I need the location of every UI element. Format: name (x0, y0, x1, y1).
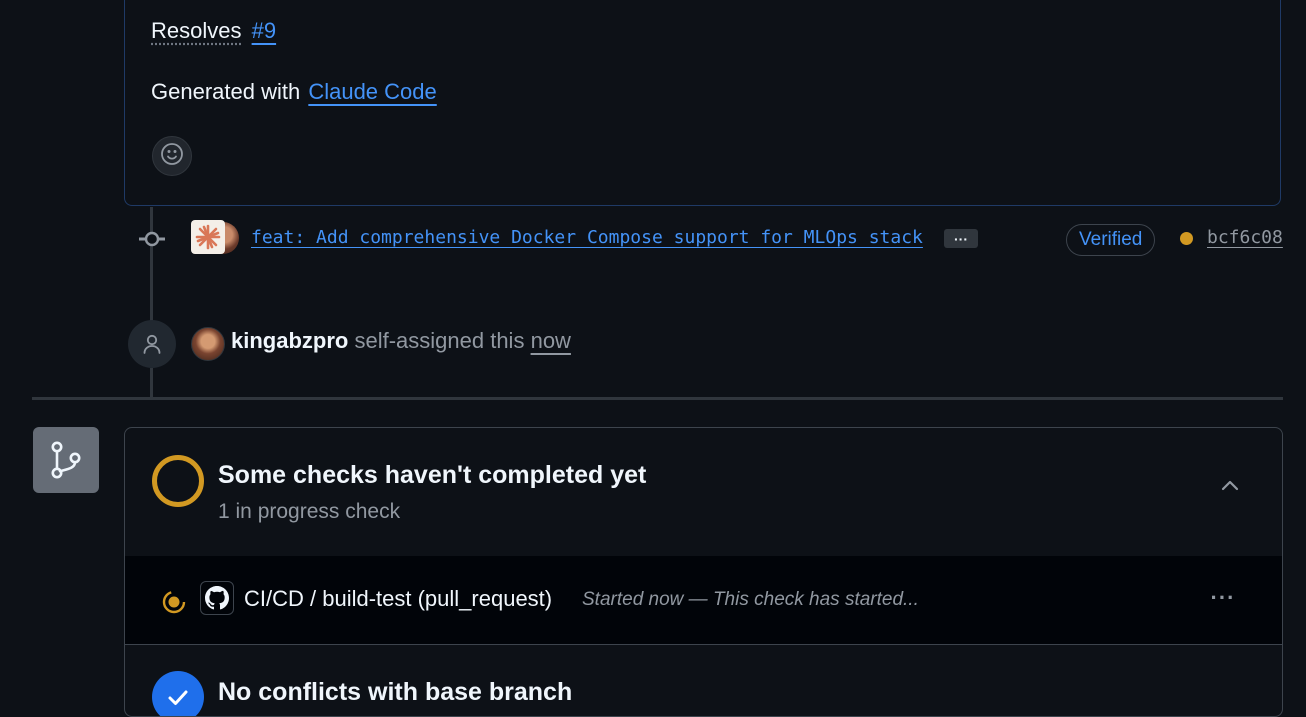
check-more-button[interactable]: ··· (1205, 585, 1241, 610)
check-status: Started now — This check has started... (582, 589, 919, 610)
event-username[interactable]: kingabzpro (231, 328, 348, 353)
claude-avatar (191, 220, 225, 254)
resolves-label: Resolves (151, 18, 242, 43)
commit-sha-link[interactable]: bcf6c08 (1207, 227, 1283, 248)
check-name[interactable]: CI/CD / build-test (pull_request) (244, 586, 552, 612)
chevron-up-icon (1220, 478, 1240, 496)
pending-ring-icon (152, 455, 204, 507)
check-circle-icon (152, 671, 204, 716)
checks-header: Some checks haven't completed yet 1 in p… (125, 428, 1282, 557)
checks-subtitle: 1 in progress check (218, 500, 401, 523)
check-row[interactable]: CI/CD / build-test (pull_request) Starte… (125, 556, 1282, 645)
verified-badge[interactable]: Verified (1066, 224, 1156, 256)
resolves-line: Resolves #9 (151, 18, 276, 44)
user-avatar[interactable] (191, 327, 225, 361)
git-branch-icon (33, 427, 99, 493)
claude-code-link[interactable]: Claude Code (308, 79, 436, 104)
timeline-divider (32, 397, 1283, 400)
commit-expand-button[interactable]: ··· (944, 229, 978, 248)
in-progress-icon (161, 589, 187, 615)
commit-authors[interactable] (191, 220, 243, 254)
assign-event: kingabzpro self-assigned this now (231, 328, 571, 354)
merge-status-box: Some checks haven't completed yet 1 in p… (124, 427, 1283, 717)
smiley-icon (160, 142, 184, 171)
git-commit-icon (139, 229, 165, 249)
timeline-line (150, 368, 153, 398)
generated-prefix: Generated with (151, 79, 301, 104)
issue-link[interactable]: #9 (252, 18, 276, 43)
collapse-checks-button[interactable] (1215, 474, 1245, 500)
commit-message-link[interactable]: feat: Add comprehensive Docker Compose s… (251, 227, 923, 248)
timeline-line (150, 207, 153, 322)
github-icon (200, 581, 234, 615)
event-time[interactable]: now (531, 328, 571, 353)
conflicts-title: No conflicts with base branch (218, 678, 573, 706)
checks-title: Some checks haven't completed yet (218, 461, 647, 489)
generated-line: Generated with Claude Code (151, 79, 437, 105)
add-reaction-button[interactable] (152, 136, 192, 176)
person-icon (128, 320, 176, 368)
event-action: self-assigned this (354, 328, 525, 353)
commit-status-pending-icon[interactable] (1180, 232, 1193, 245)
